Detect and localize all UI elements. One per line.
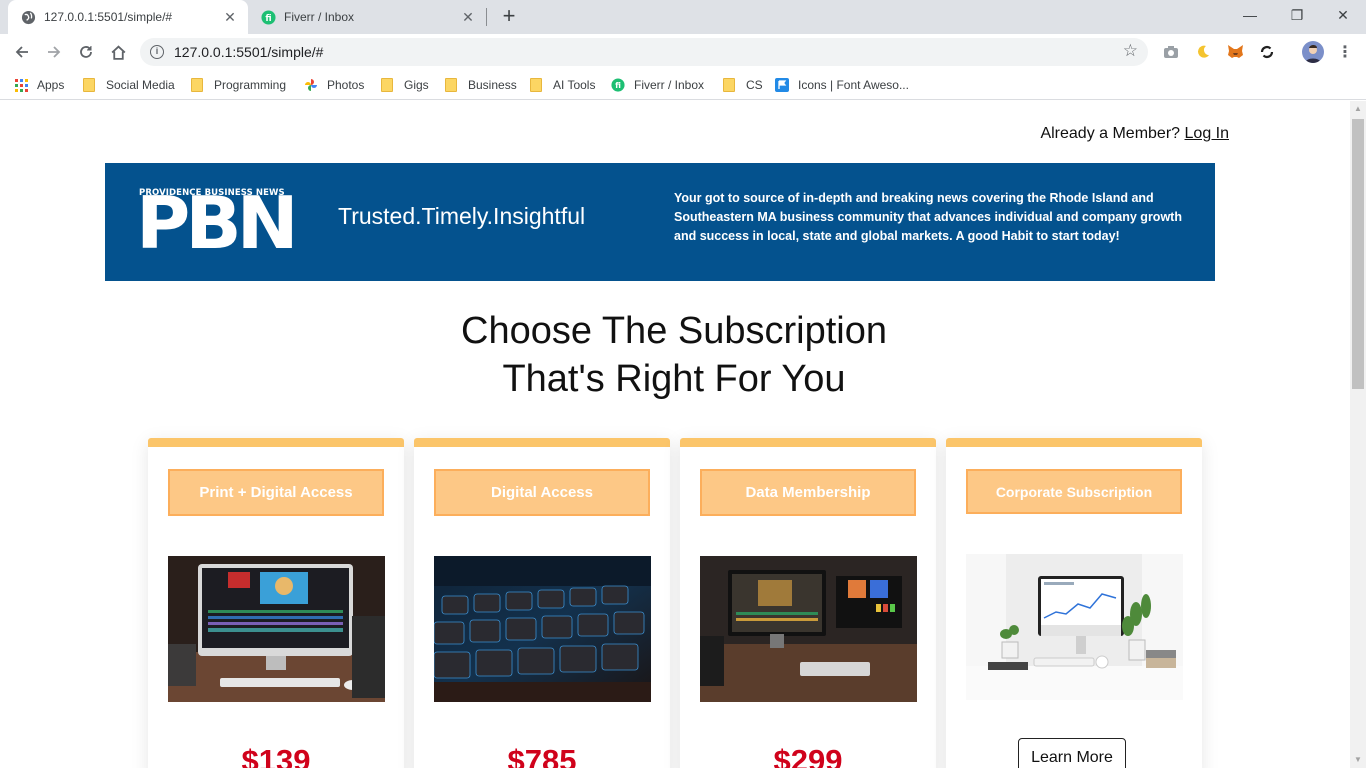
flag-icon [775, 78, 789, 92]
folder-icon [381, 78, 393, 92]
sync-extension-icon[interactable] [1258, 43, 1276, 61]
photos-icon [304, 78, 318, 92]
minimize-icon[interactable]: — [1238, 4, 1262, 26]
bookmark-gigs[interactable]: Gigs [381, 76, 429, 94]
fiverr-icon: fi [611, 78, 625, 92]
scroll-thumb[interactable] [1352, 119, 1364, 389]
bookmark-label: Programming [214, 78, 287, 92]
bookmark-label: Photos [327, 78, 365, 92]
bookmark-label: Fiverr / Inbox [634, 78, 705, 92]
pbn-banner: PROVIDENCE BUSINESS NEWS PBN Trusted.Tim… [105, 163, 1215, 281]
page-content: Already a Member? Log In PROVIDENCE BUSI… [0, 101, 1350, 768]
reload-icon[interactable] [74, 40, 98, 64]
bookmark-star-icon[interactable]: ☆ [1123, 41, 1138, 61]
bookmark-photos[interactable]: Photos [304, 76, 364, 94]
tab-local[interactable]: 127.0.0.1:5501/simple/# ✕ [8, 0, 248, 34]
restore-icon[interactable]: ❐ [1285, 4, 1309, 26]
bookmark-fiverr-inbox[interactable]: fi Fiverr / Inbox [611, 76, 704, 94]
metamask-fox-icon[interactable] [1226, 43, 1244, 61]
plan-card-digital-access: Digital Access $785 [414, 438, 670, 768]
tab-divider [486, 8, 487, 26]
pbn-logo[interactable]: PBN [136, 187, 299, 259]
close-icon[interactable]: ✕ [220, 7, 240, 27]
profile-avatar[interactable] [1302, 41, 1324, 63]
plan-price: $299 [773, 743, 843, 768]
back-arrow-icon[interactable] [10, 40, 34, 64]
plan-image-white-desk-imac [966, 554, 1183, 700]
login-link[interactable]: Log In [1185, 125, 1229, 142]
browser-toolbar: i 127.0.0.1:5501/simple/# ☆ ⋮ [0, 34, 1366, 70]
plan-price: $785 [507, 743, 577, 768]
tab-fiverr[interactable]: fi Fiverr / Inbox ✕ [248, 0, 486, 34]
bookmark-label: Social Media [106, 78, 175, 92]
member-login-line: Already a Member? Log In [1040, 125, 1229, 143]
bookmark-font-awesome[interactable]: Icons | Font Aweso... [775, 76, 909, 94]
page-scrollbar[interactable]: ▲ ▼ [1350, 101, 1366, 768]
bookmark-apps[interactable]: Apps [14, 76, 64, 94]
svg-text:fi: fi [615, 81, 621, 90]
banner-tagline: Trusted.Timely.Insightful [338, 203, 586, 229]
folder-icon [191, 78, 203, 92]
bookmark-label: Business [468, 78, 517, 92]
window-close-icon[interactable]: ✕ [1331, 4, 1355, 26]
bookmark-label: AI Tools [553, 78, 596, 92]
bookmarks-bar: Apps Social Media Programming Photos Gig… [0, 70, 1366, 100]
folder-icon [83, 78, 95, 92]
plan-price: $139 [241, 743, 311, 768]
plan-card-corporate: Corporate Subscription Learn More [946, 438, 1202, 768]
page-title: Choose The Subscription That's Right For… [0, 307, 1348, 403]
scroll-up-arrow-icon[interactable]: ▲ [1353, 105, 1363, 113]
bookmark-cs[interactable]: CS [723, 76, 763, 94]
plan-title-button[interactable]: Data Membership [700, 469, 916, 516]
address-bar[interactable]: i 127.0.0.1:5501/simple/# ☆ [140, 38, 1148, 66]
plan-title-button[interactable]: Digital Access [434, 469, 650, 516]
folder-icon [530, 78, 542, 92]
more-vertical-icon[interactable]: ⋮ [1336, 43, 1354, 61]
apps-grid-icon [14, 78, 28, 92]
plan-image-imac-video-editing [168, 556, 385, 702]
moon-extension-icon[interactable] [1194, 43, 1212, 61]
banner-description: Your got to source of in-depth and break… [674, 191, 1182, 243]
tab-bar: 127.0.0.1:5501/simple/# ✕ fi Fiverr / In… [0, 0, 1366, 34]
url-text: 127.0.0.1:5501/simple/# [174, 44, 324, 60]
plan-title-button[interactable]: Print + Digital Access [168, 469, 384, 516]
learn-more-button[interactable]: Learn More [1018, 738, 1126, 768]
globe-icon [20, 9, 36, 25]
bookmark-social-media[interactable]: Social Media [83, 76, 175, 94]
fiverr-icon: fi [260, 9, 276, 25]
plan-card-print-digital: Print + Digital Access $139 [148, 438, 404, 768]
tab-title: Fiverr / Inbox [284, 10, 355, 24]
bookmark-label: Gigs [404, 78, 429, 92]
bookmark-label: CS [746, 78, 763, 92]
forward-arrow-icon[interactable] [42, 40, 66, 64]
bookmark-programming[interactable]: Programming [191, 76, 286, 94]
svg-text:fi: fi [265, 12, 271, 22]
info-icon[interactable]: i [150, 45, 164, 59]
page-title-line-1: Choose The Subscription [461, 310, 887, 352]
page-title-line-2: That's Right For You [502, 358, 846, 400]
home-icon[interactable] [106, 40, 130, 64]
folder-icon [445, 78, 457, 92]
scroll-down-arrow-icon[interactable]: ▼ [1353, 756, 1363, 764]
plan-image-editing-desk-setup [700, 556, 917, 702]
folder-icon [723, 78, 735, 92]
plan-title-button[interactable]: Corporate Subscription [966, 469, 1182, 514]
plan-card-data-membership: Data Membership $299 [680, 438, 936, 768]
tab-title: 127.0.0.1:5501/simple/# [44, 10, 173, 24]
new-tab-plus-icon[interactable]: + [498, 5, 520, 28]
close-icon[interactable]: ✕ [458, 7, 478, 27]
bookmark-label: Apps [37, 78, 65, 92]
bookmark-label: Icons | Font Aweso... [798, 78, 909, 92]
member-text: Already a Member? [1040, 125, 1181, 142]
bookmark-business[interactable]: Business [445, 76, 517, 94]
camera-extension-icon[interactable] [1162, 43, 1180, 61]
bookmark-ai-tools[interactable]: AI Tools [530, 76, 595, 94]
plan-image-backlit-keyboard [434, 556, 651, 702]
